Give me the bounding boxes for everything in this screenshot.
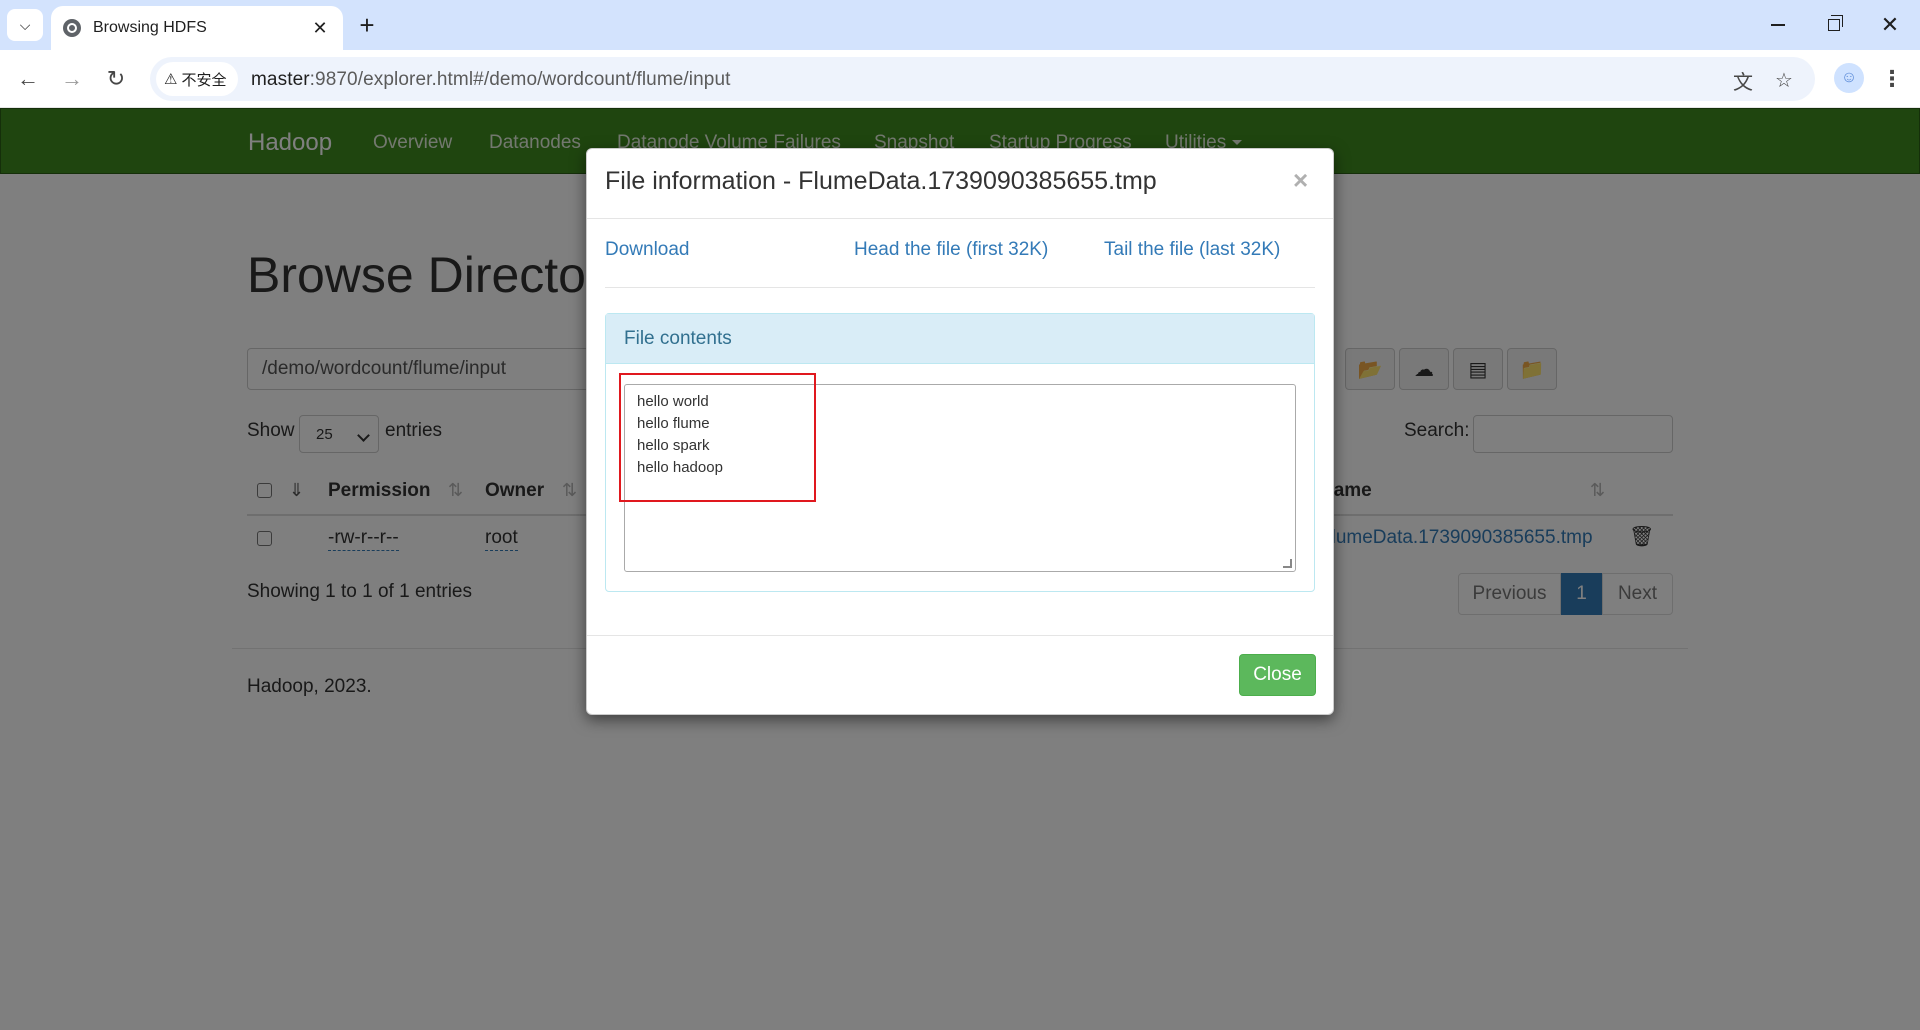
modal-divider: [605, 287, 1315, 288]
profile-avatar[interactable]: ☺: [1834, 63, 1864, 93]
red-highlight-box: [619, 373, 816, 502]
window-minimize-button[interactable]: [1750, 8, 1806, 42]
tail-file-link[interactable]: Tail the file (last 32K): [1104, 239, 1280, 261]
translate-icon[interactable]: 文: [1730, 67, 1756, 94]
modal-footer-divider: [587, 635, 1333, 636]
url-host: master: [251, 69, 310, 90]
warning-icon: ⚠: [164, 71, 178, 88]
minimize-icon: [1771, 24, 1785, 26]
modal-title: File information - FlumeData.17390903856…: [605, 167, 1157, 195]
head-file-link[interactable]: Head the file (first 32K): [854, 239, 1048, 261]
tab-title: Browsing HDFS: [93, 19, 207, 36]
close-button[interactable]: Close: [1239, 654, 1316, 696]
security-chip[interactable]: ⚠ 不安全: [156, 62, 239, 96]
url-path: :9870/explorer.html#/demo/wordcount/flum…: [309, 69, 731, 90]
reload-icon: ↻: [106, 66, 126, 91]
reload-button[interactable]: ↻: [98, 61, 134, 97]
browser-tab-active[interactable]: Browsing HDFS ✕: [51, 6, 343, 50]
chevron-down-icon: ⌵: [19, 16, 31, 33]
modal-header: File information - FlumeData.17390903856…: [587, 149, 1333, 219]
download-link[interactable]: Download: [605, 239, 690, 261]
resize-handle-icon[interactable]: [1283, 559, 1292, 568]
modal-close-icon[interactable]: ×: [1293, 165, 1308, 196]
back-button[interactable]: ←: [10, 61, 46, 97]
forward-button[interactable]: →: [54, 61, 90, 97]
browser-tab-strip: ⌵ Browsing HDFS ✕ + ✕: [0, 0, 1920, 50]
tab-search-button[interactable]: ⌵: [7, 9, 43, 41]
arrow-left-icon: ←: [17, 66, 39, 91]
close-tab-icon[interactable]: ✕: [309, 18, 331, 39]
url-text[interactable]: master:9870/explorer.html#/demo/wordcoun…: [251, 69, 731, 91]
restore-icon: [1828, 15, 1843, 31]
address-bar[interactable]: ⚠ 不安全 master:9870/explorer.html#/demo/wo…: [150, 57, 1815, 101]
more-menu-icon[interactable]: ⋮: [1880, 61, 1904, 97]
panel-title: File contents: [624, 328, 732, 349]
globe-icon: [63, 19, 81, 37]
bookmark-star-icon[interactable]: ☆: [1771, 67, 1797, 93]
panel-heading: File contents: [606, 314, 1314, 364]
security-label: 不安全: [181, 71, 227, 89]
new-tab-button[interactable]: +: [352, 10, 382, 40]
arrow-right-icon: →: [61, 66, 83, 91]
browser-toolbar: ← → ↻ ⚠ 不安全 master:9870/explorer.html#/d…: [0, 50, 1920, 108]
window-restore-button[interactable]: [1806, 8, 1862, 42]
close-icon: ✕: [1880, 12, 1900, 37]
window-close-button[interactable]: ✕: [1862, 8, 1918, 42]
